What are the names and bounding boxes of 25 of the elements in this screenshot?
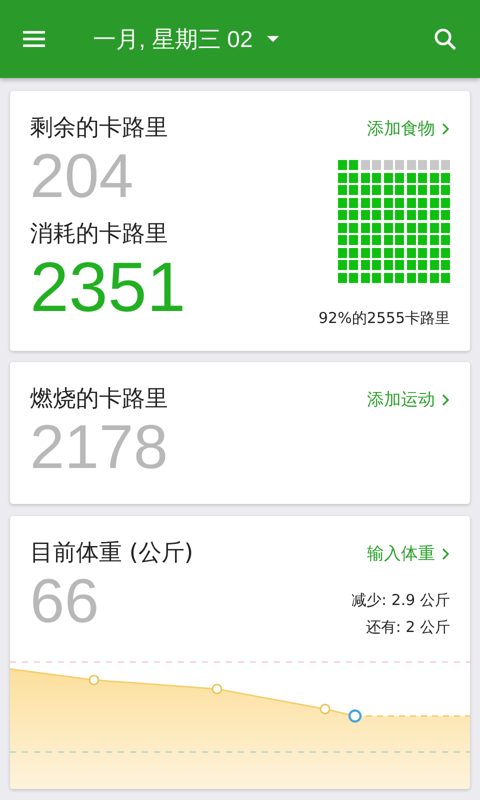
calorie-goal-caption: 92%的2555卡路里 [318,308,450,328]
remaining-calories-label: 剩余的卡路里 [30,114,168,143]
add-food-link[interactable]: 添加食物 [367,117,450,140]
menu-icon[interactable] [23,31,45,47]
search-icon[interactable] [433,27,457,51]
chevron-icon [442,548,450,560]
weight-label: 目前体重 (公斤) [30,539,194,568]
date-title[interactable]: 一月, 星期三 02 [93,24,253,54]
weight-lost-text: 减少: 2.9 公斤 [352,591,450,610]
chevron-icon [442,394,450,406]
weight-value: 66 [30,568,99,636]
burned-calories-value: 2178 [30,414,168,482]
caret-icon[interactable] [266,36,279,42]
remaining-calories-value: 204 [30,143,134,211]
enter-weight-link[interactable]: 输入体重 [367,542,450,565]
consumed-calories-label: 消耗的卡路里 [30,220,168,249]
weight-remaining-text: 还有: 2 公斤 [366,618,450,637]
weight-point [320,704,330,714]
weight-point [88,674,100,686]
burned-calories-label: 燃烧的卡路里 [30,385,168,414]
weight-point [212,684,222,694]
chevron-icon [442,122,450,134]
consumed-calories-value: 2351 [30,249,186,325]
current-weight-point [348,709,362,723]
add-exercise-link[interactable]: 添加运动 [367,388,450,411]
